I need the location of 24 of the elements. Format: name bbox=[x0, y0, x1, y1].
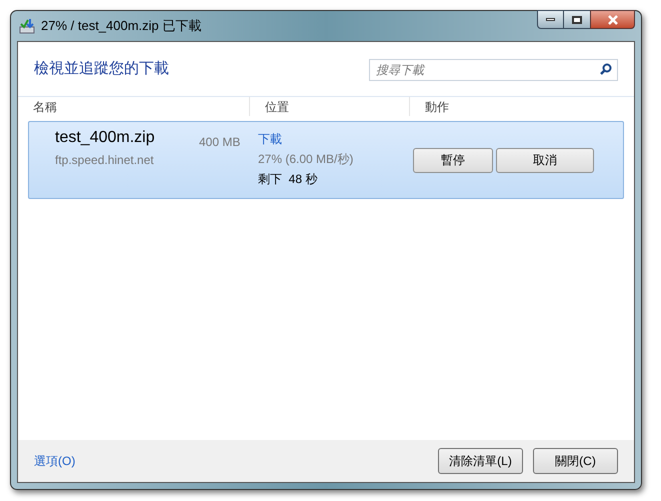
column-header[interactable]: 動作 bbox=[425, 98, 449, 116]
footer-button[interactable]: 關閉(C) bbox=[533, 448, 618, 474]
action-button[interactable]: 取消 bbox=[496, 148, 594, 172]
file-size: 400 MB bbox=[199, 134, 240, 151]
options-link[interactable]: 選項(O) bbox=[34, 452, 76, 470]
download-row[interactable]: test_400m.zip ftp.speed.hinet.net 400 MB 下載 27% (6.00 MB/秒) 剩下 48 秒 暫停 取消 bbox=[28, 121, 624, 199]
source-host: ftp.speed.hinet.net bbox=[55, 152, 155, 169]
remaining-time: 剩下 48 秒 bbox=[258, 172, 318, 186]
status-text: 下載 bbox=[258, 132, 283, 146]
action-button[interactable]: 暫停 bbox=[413, 148, 493, 172]
page-heading: 檢視並追蹤您的下載 bbox=[34, 58, 169, 79]
search-field[interactable]: 搜尋下載 bbox=[369, 59, 618, 81]
column-header[interactable]: 位置 bbox=[265, 98, 289, 116]
footer-button[interactable]: 清除清單(L) bbox=[438, 448, 523, 474]
close-button[interactable] bbox=[590, 10, 635, 29]
column-header[interactable]: 名稱 bbox=[33, 98, 57, 116]
window-title: 27% / test_400m.zip 已下載 bbox=[41, 17, 202, 36]
maximize-button[interactable] bbox=[564, 10, 590, 29]
minimize-button[interactable] bbox=[537, 10, 564, 29]
file-name: test_400m.zip bbox=[55, 128, 156, 148]
download-icon bbox=[19, 18, 35, 34]
progress-text: 27% (6.00 MB/秒) bbox=[258, 152, 354, 166]
search-icon bbox=[600, 63, 612, 75]
close-icon bbox=[606, 14, 618, 24]
